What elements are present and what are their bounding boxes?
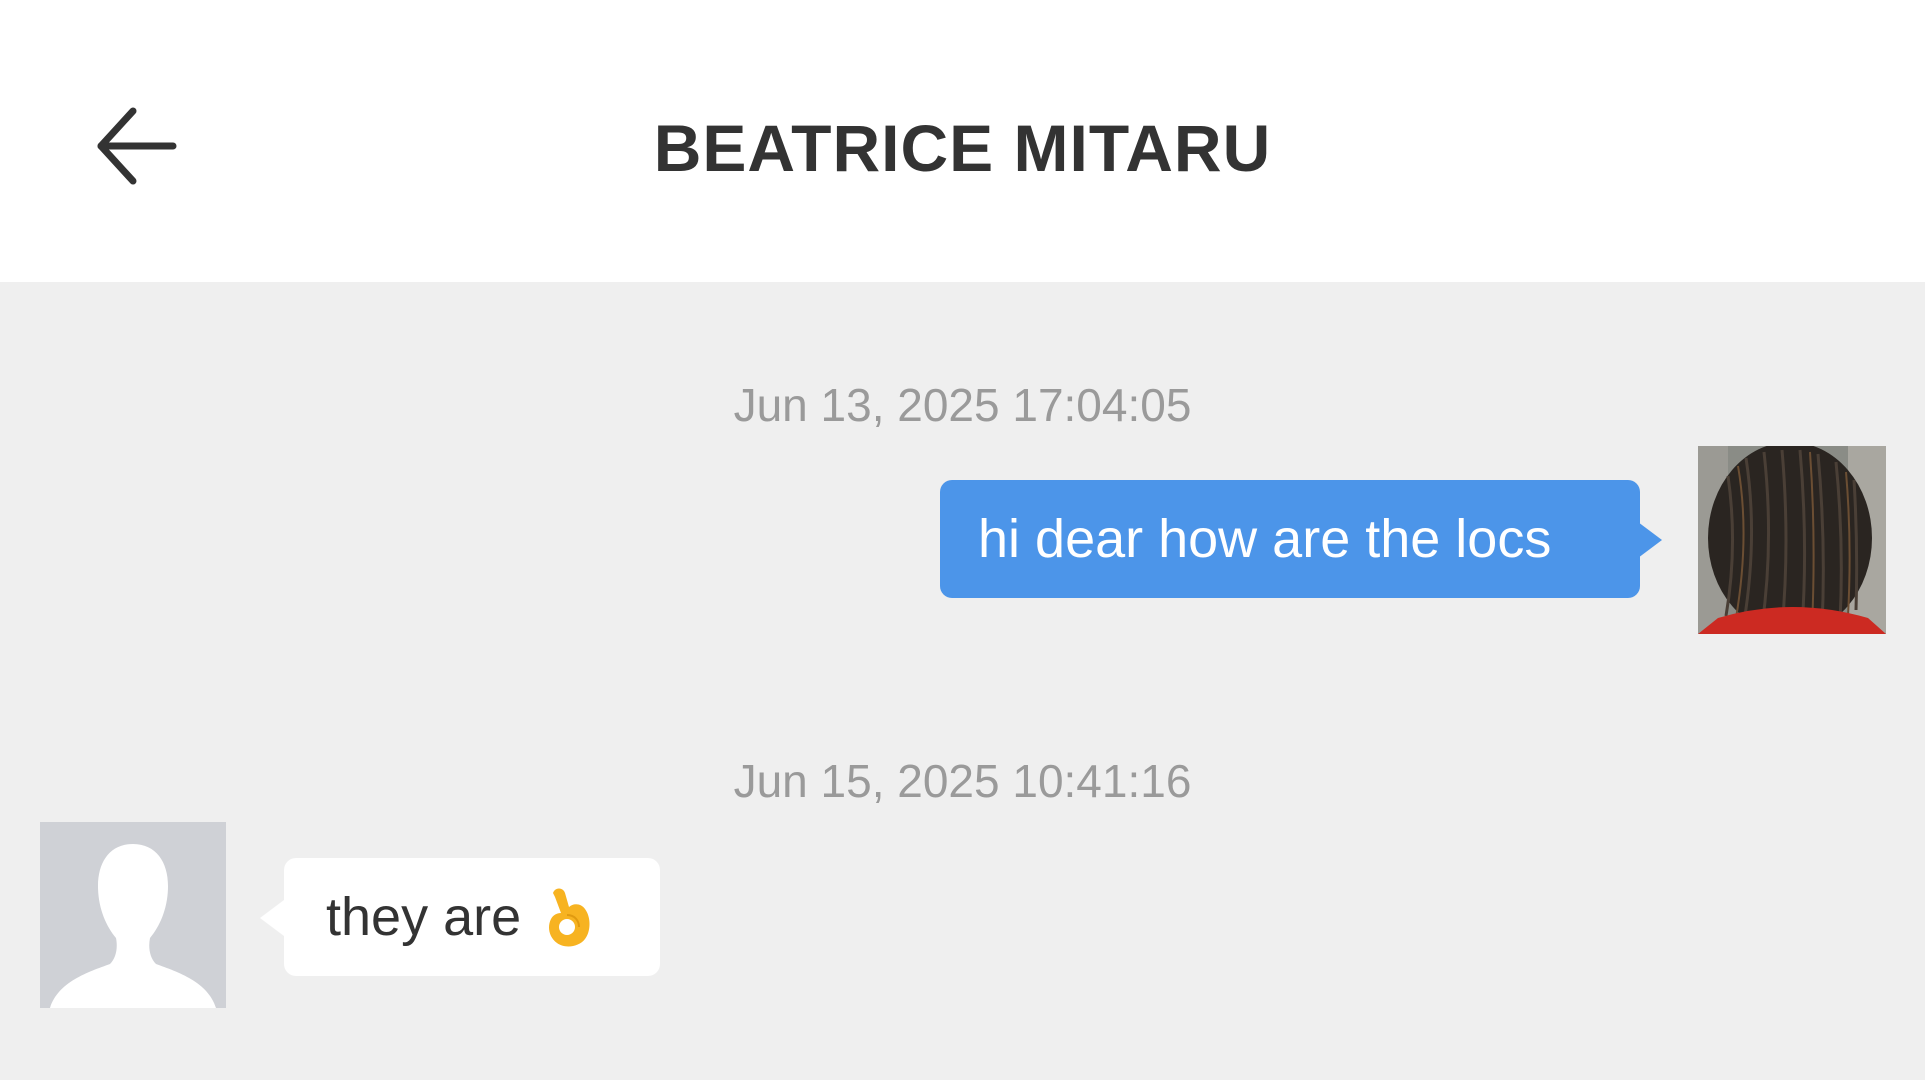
outgoing-message-bubble[interactable]: hi dear how are the locs (940, 480, 1662, 598)
message-timestamp: Jun 13, 2025 17:04:05 (733, 379, 1192, 431)
incoming-message-text: they are (326, 887, 522, 947)
chat-header: BEATRICE MITARU (0, 0, 1925, 282)
hair-photo-image (1698, 446, 1886, 634)
default-person-avatar[interactable] (40, 822, 226, 1008)
ok-hand-emoji-icon (543, 885, 593, 949)
message-timestamp: Jun 15, 2025 10:41:16 (733, 755, 1192, 807)
person-silhouette-icon (40, 822, 226, 1008)
message-list[interactable]: Jun 13, 2025 17:04:05 hi dear how are th… (0, 282, 1925, 1080)
user-photo-avatar[interactable] (1698, 446, 1886, 634)
incoming-message-bubble[interactable]: they are (260, 858, 660, 976)
contact-name-title: BEATRICE MITARU (653, 111, 1272, 185)
outgoing-message-text: hi dear how are the locs (978, 509, 1552, 569)
